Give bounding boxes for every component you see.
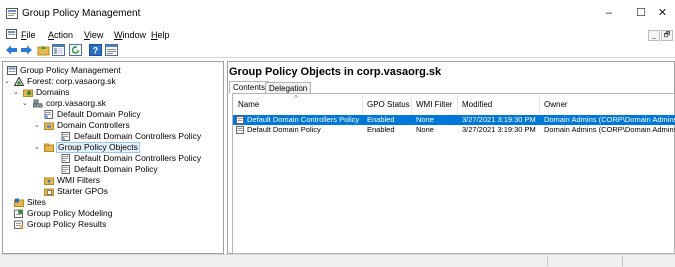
menu-help[interactable]: Help [151, 30, 170, 40]
column-divider[interactable] [457, 96, 458, 114]
menu-app-icon[interactable] [6, 29, 17, 39]
chevron-down-icon[interactable]: ⌄ [34, 142, 40, 153]
column-divider[interactable] [411, 96, 412, 114]
column-header-modified[interactable]: Modified [462, 99, 492, 111]
modeling-icon [14, 209, 23, 218]
menu-action[interactable]: Action [48, 30, 73, 40]
menu-window[interactable]: Window [114, 30, 146, 40]
cell-gpo-status: Enabled [367, 125, 395, 134]
results-icon [14, 220, 24, 229]
window-title: Group Policy Management [22, 8, 141, 19]
ou-folder-icon [44, 122, 54, 130]
chevron-down-icon[interactable]: ⌄ [4, 76, 10, 87]
svg-text:?: ? [93, 46, 99, 56]
mdi-minimize-button[interactable]: _ [648, 30, 660, 41]
status-divider [622, 256, 623, 266]
properties-icon[interactable] [105, 44, 118, 56]
column-divider[interactable] [539, 96, 540, 114]
column-header-name[interactable]: Name [238, 99, 259, 111]
gpo-link-icon [61, 132, 70, 141]
domain-icon [33, 99, 43, 108]
column-header-wmi-filter[interactable]: WMI Filter [416, 99, 452, 111]
sort-ascending-icon: ^ [294, 94, 298, 103]
gpm-app-icon [6, 8, 18, 19]
cell-gpo-status: Enabled [367, 115, 395, 124]
column-divider[interactable] [362, 96, 363, 114]
wmi-folder-icon [44, 177, 54, 185]
cell-modified: 3/27/2021 3:19:30 PM [462, 125, 536, 134]
sites-icon [14, 198, 24, 207]
gpo-folder-icon [44, 143, 54, 152]
table-row[interactable]: Default Domain Controllers Policy Enable… [233, 115, 675, 125]
cell-wmi-filter: None [416, 125, 434, 134]
status-divider [547, 256, 548, 266]
column-header-gpo-status[interactable]: GPO Status [367, 99, 410, 111]
table-row[interactable]: Default Domain Policy Enabled None 3/27/… [233, 125, 675, 135]
cell-wmi-filter: None [416, 115, 434, 124]
chevron-down-icon[interactable]: ⌄ [22, 98, 28, 109]
gpo-icon [236, 116, 244, 124]
menu-file[interactable]: File [21, 30, 36, 40]
console-tree[interactable]: Group Policy Management ⌄ Forest: corp.v… [2, 61, 224, 254]
show-hide-tree-icon[interactable] [52, 44, 65, 56]
cell-name: Default Domain Controllers Policy [247, 115, 360, 124]
help-icon[interactable]: ? [89, 44, 102, 56]
gpo-icon [61, 154, 70, 163]
mdi-restore-button[interactable]: 🗗 [661, 30, 673, 41]
gpo-link-icon [44, 110, 53, 119]
details-header: Group Policy Objects in corp.vasaorg.sk [229, 66, 442, 78]
status-bar [0, 254, 675, 267]
close-button[interactable]: ✕ [650, 0, 675, 27]
tab-delegation[interactable]: Delegation [265, 82, 312, 93]
forward-arrow-icon[interactable] [20, 44, 33, 56]
cell-name: Default Domain Policy [247, 125, 321, 134]
column-header-owner[interactable]: Owner [544, 99, 568, 111]
cell-owner: Domain Admins (CORP\Domain Admins) [544, 115, 675, 124]
refresh-icon[interactable] [69, 44, 82, 56]
cell-modified: 3/27/2021 3:19:30 PM [462, 115, 536, 124]
menu-view[interactable]: View [84, 30, 103, 40]
gpo-icon [61, 165, 70, 174]
gpo-icon [236, 126, 244, 134]
forest-icon [14, 77, 24, 86]
chevron-down-icon[interactable]: ⌄ [34, 120, 40, 131]
domains-folder-icon [23, 89, 33, 97]
cell-owner: Domain Admins (CORP\Domain Admins) [544, 125, 675, 134]
tab-contents[interactable]: Contents [229, 81, 270, 93]
title-bar: Group Policy Management – ☐ ✕ [0, 0, 675, 27]
chevron-down-icon[interactable]: ⌄ [13, 87, 19, 98]
back-arrow-icon[interactable] [5, 44, 18, 56]
up-folder-icon[interactable] [37, 44, 50, 56]
gpm-icon [7, 66, 17, 75]
starter-gpo-folder-icon [44, 188, 54, 196]
